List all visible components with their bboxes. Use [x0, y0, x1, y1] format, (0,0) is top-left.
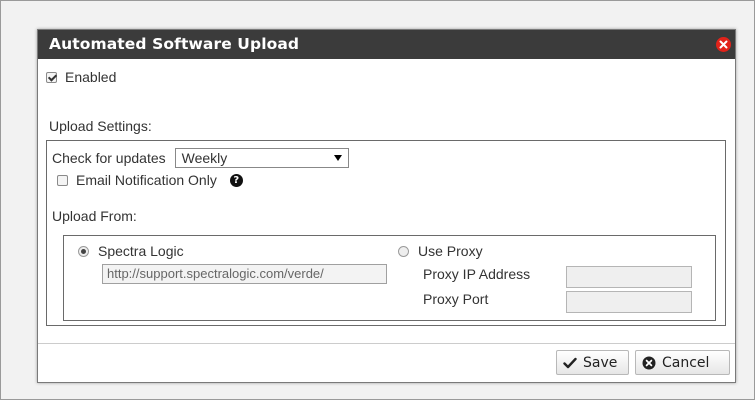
- upload-from-group: Spectra Logic http://support.spectralogi…: [63, 235, 716, 321]
- question-circle-icon[interactable]: ?: [229, 173, 243, 187]
- cancel-label: Cancel: [662, 354, 710, 371]
- enabled-row: Enabled: [46, 68, 116, 86]
- cancel-circle-icon: [642, 356, 656, 369]
- spectra-logic-label: Spectra Logic: [98, 243, 184, 259]
- save-label: Save: [583, 354, 618, 371]
- checkmark-icon: [563, 357, 577, 368]
- use-proxy-radio[interactable]: [398, 245, 409, 257]
- save-button[interactable]: Save: [556, 350, 629, 375]
- upload-settings-heading: Upload Settings:: [49, 118, 152, 134]
- upload-settings-group: Check for updates Weekly Email Notificat…: [46, 140, 726, 326]
- proxy-ip-label: Proxy IP Address: [423, 266, 531, 282]
- close-icon[interactable]: [716, 37, 731, 52]
- proxy-port-input[interactable]: [566, 291, 692, 313]
- use-proxy-option: Use Proxy: [398, 243, 483, 259]
- cancel-button[interactable]: Cancel: [635, 350, 730, 375]
- enabled-checkbox[interactable]: [46, 71, 57, 83]
- spectra-url-field: http://support.spectralogic.com/verde/: [102, 264, 387, 284]
- dialog-title: Automated Software Upload: [49, 35, 300, 53]
- check-updates-value: Weekly: [181, 150, 228, 166]
- footer-divider: [38, 343, 735, 344]
- check-updates-select[interactable]: Weekly: [174, 148, 349, 168]
- check-updates-row: Check for updates Weekly: [52, 148, 349, 168]
- enabled-label: Enabled: [65, 69, 117, 85]
- email-notification-label: Email Notification Only: [76, 172, 217, 188]
- dropdown-arrow-icon: [333, 155, 342, 161]
- spectra-logic-option: Spectra Logic: [78, 243, 184, 259]
- upload-from-heading: Upload From:: [52, 208, 137, 224]
- spectra-logic-radio[interactable]: [78, 245, 89, 257]
- proxy-ip-input[interactable]: [566, 266, 692, 288]
- use-proxy-label: Use Proxy: [418, 243, 483, 259]
- check-updates-label: Check for updates: [52, 150, 166, 166]
- email-notification-checkbox[interactable]: [57, 174, 68, 186]
- email-notification-row: Email Notification Only ?: [57, 172, 243, 188]
- proxy-port-label: Proxy Port: [423, 291, 489, 307]
- automated-software-upload-dialog: Automated Software Upload Enabled Upload…: [37, 29, 736, 383]
- dialog-titlebar: Automated Software Upload: [38, 30, 735, 59]
